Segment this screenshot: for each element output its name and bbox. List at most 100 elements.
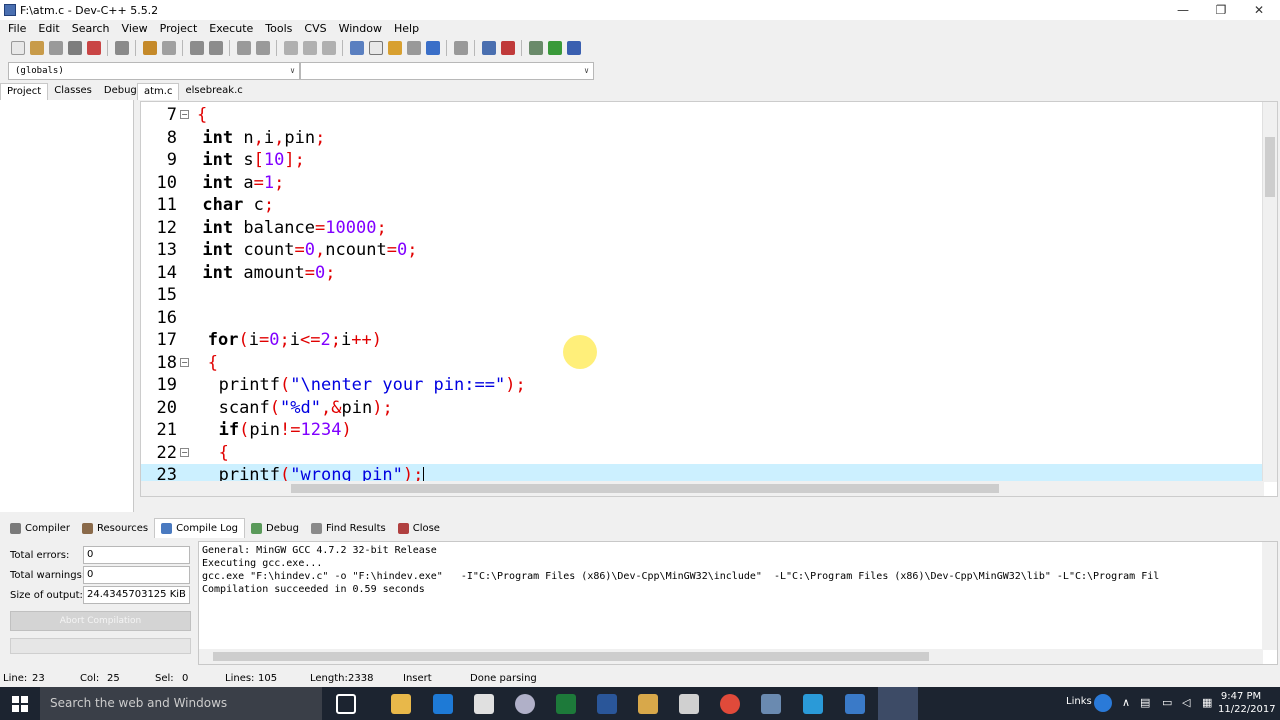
- close-icon[interactable]: ✕: [1240, 0, 1278, 20]
- tab-close-panel[interactable]: Close: [392, 518, 446, 538]
- help-icon[interactable]: [1094, 694, 1112, 712]
- menu-search[interactable]: Search: [66, 22, 116, 35]
- menu-help[interactable]: Help: [388, 22, 425, 35]
- code-line[interactable]: 16: [141, 307, 1264, 330]
- stop-execution-icon[interactable]: [453, 41, 468, 55]
- menu-edit[interactable]: Edit: [32, 22, 65, 35]
- find-icon[interactable]: [189, 41, 204, 55]
- tab-elsebreak-c[interactable]: elsebreak.c: [179, 83, 248, 100]
- code-line[interactable]: 7−{: [141, 104, 1264, 127]
- code-line[interactable]: 14 int amount=0;: [141, 262, 1264, 285]
- delete-profile-icon[interactable]: [500, 41, 515, 55]
- taskbar-search[interactable]: Search the web and Windows: [40, 687, 322, 720]
- save-all-icon[interactable]: [67, 41, 82, 55]
- chrome-icon[interactable]: [720, 694, 740, 714]
- menu-view[interactable]: View: [116, 22, 154, 35]
- new-file-icon[interactable]: [10, 41, 25, 55]
- code-editor[interactable]: 7−{8 int n,i,pin; 9 int s[10]; 10 int a=1; 11 c…: [140, 101, 1278, 497]
- code-line[interactable]: 8 int n,i,pin;: [141, 127, 1264, 150]
- word-icon[interactable]: [597, 694, 617, 714]
- save-icon[interactable]: [48, 41, 63, 55]
- vertical-scrollbar[interactable]: [1262, 542, 1277, 650]
- compile-log[interactable]: General: MinGW GCC 4.7.2 32-bit Release …: [198, 541, 1278, 665]
- indent-icon[interactable]: [236, 41, 251, 55]
- menu-file[interactable]: File: [2, 22, 32, 35]
- chevron-up-icon[interactable]: ∧: [1122, 696, 1130, 709]
- network-app-icon[interactable]: [761, 694, 781, 714]
- debug-icon[interactable]: [528, 41, 543, 55]
- tab-project[interactable]: Project: [0, 83, 49, 100]
- tab-compiler[interactable]: Compiler: [4, 518, 76, 538]
- goto-icon[interactable]: [283, 41, 298, 55]
- taskbar-clock[interactable]: 9:47 PM 11/22/2017: [1218, 690, 1276, 716]
- menu-window[interactable]: Window: [333, 22, 388, 35]
- keyboard-icon[interactable]: ▦: [1202, 696, 1212, 709]
- media-icon[interactable]: [515, 694, 535, 714]
- code-line[interactable]: 11 char c;: [141, 194, 1264, 217]
- maximize-icon[interactable]: ❐: [1202, 0, 1240, 20]
- fold-toggle-icon[interactable]: −: [180, 110, 189, 119]
- scrollbar-thumb[interactable]: [1265, 137, 1275, 197]
- code-line[interactable]: 17 for(i=0;i<=2;i++): [141, 329, 1264, 352]
- abort-compilation-button[interactable]: Abort Compilation: [10, 611, 191, 631]
- code-line[interactable]: 13 int count=0,ncount=0;: [141, 239, 1264, 262]
- fold-toggle-icon[interactable]: −: [180, 357, 189, 367]
- fold-toggle-icon[interactable]: −: [180, 447, 189, 457]
- member-select[interactable]: ∨: [300, 62, 594, 80]
- run-icon[interactable]: [368, 41, 383, 55]
- toggle-bookmark-icon[interactable]: [321, 41, 336, 55]
- profile-icon[interactable]: [481, 41, 496, 55]
- close-file-icon[interactable]: [86, 41, 101, 55]
- rebuild-icon[interactable]: [406, 41, 421, 55]
- mail-icon[interactable]: [845, 694, 865, 714]
- network-icon[interactable]: ▤: [1140, 696, 1150, 709]
- menu-project[interactable]: Project: [154, 22, 204, 35]
- store-icon[interactable]: [474, 694, 494, 714]
- code-line[interactable]: 15: [141, 284, 1264, 307]
- compile-run-icon[interactable]: [387, 41, 402, 55]
- task-view-icon[interactable]: [336, 694, 356, 714]
- links-toolbar[interactable]: Links: [1066, 696, 1092, 707]
- code-line[interactable]: 9 int s[10];: [141, 149, 1264, 172]
- scrollbar-thumb[interactable]: [291, 484, 999, 493]
- code-line[interactable]: 18− {: [141, 352, 1264, 375]
- tab-find-results[interactable]: Find Results: [305, 518, 392, 538]
- print-icon[interactable]: [114, 41, 129, 55]
- replace-icon[interactable]: [208, 41, 223, 55]
- tab-atm-c[interactable]: atm.c: [137, 83, 180, 100]
- battery-icon[interactable]: ▭: [1162, 696, 1172, 709]
- excel-icon[interactable]: [556, 694, 576, 714]
- minimize-icon[interactable]: —: [1164, 0, 1202, 20]
- code-line[interactable]: 10 int a=1;: [141, 172, 1264, 195]
- volume-icon[interactable]: ◁: [1182, 696, 1190, 709]
- tab-compile-log[interactable]: Compile Log: [154, 518, 246, 538]
- code-line[interactable]: 12 int balance=10000;: [141, 217, 1264, 240]
- horizontal-scrollbar[interactable]: [141, 481, 1264, 496]
- pen-tool-icon[interactable]: [638, 694, 658, 714]
- code-line[interactable]: 20 scanf("%d",&pin);: [141, 397, 1264, 420]
- menu-cvs[interactable]: CVS: [298, 22, 332, 35]
- open-file-icon[interactable]: [29, 41, 44, 55]
- unindent-icon[interactable]: [255, 41, 270, 55]
- bookmark-icon[interactable]: [302, 41, 317, 55]
- scrollbar-thumb[interactable]: [213, 652, 929, 661]
- paint-icon[interactable]: [679, 694, 699, 714]
- edge-browser-icon[interactable]: [433, 694, 453, 714]
- tab-classes[interactable]: Classes: [48, 83, 98, 100]
- horizontal-scrollbar[interactable]: [199, 649, 1263, 664]
- redo-icon[interactable]: [161, 41, 176, 55]
- code-line[interactable]: 22− {: [141, 442, 1264, 465]
- undo-icon[interactable]: [142, 41, 157, 55]
- vertical-scrollbar[interactable]: [1262, 102, 1277, 482]
- menu-execute[interactable]: Execute: [203, 22, 259, 35]
- code-line[interactable]: 19 printf("\nenter your pin:==");: [141, 374, 1264, 397]
- new-project-icon[interactable]: [547, 41, 562, 55]
- scope-select[interactable]: (globals) ∨: [8, 62, 300, 80]
- code-line[interactable]: 21 if(pin!=1234): [141, 419, 1264, 442]
- file-explorer-icon[interactable]: [391, 694, 411, 714]
- compile-icon[interactable]: [349, 41, 364, 55]
- about-icon[interactable]: [566, 41, 581, 55]
- start-button[interactable]: [0, 687, 40, 720]
- devcpp-taskbar-button[interactable]: [878, 687, 918, 720]
- syntax-check-icon[interactable]: [425, 41, 440, 55]
